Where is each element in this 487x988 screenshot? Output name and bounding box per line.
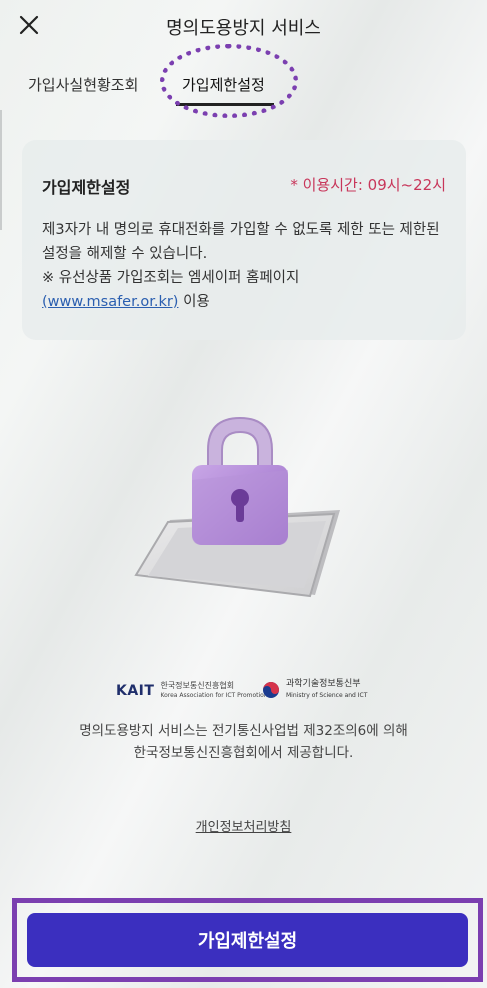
privacy-policy-link[interactable]: 개인정보처리방침 <box>0 816 487 835</box>
description-text: 제3자가 내 명의로 휴대전화를 가입할 수 없도록 제한 또는 제한된 설정을… <box>42 222 440 262</box>
msafer-link[interactable]: (www.msafer.or.kr) <box>42 294 178 310</box>
page-title: 명의도용방지 서비스 <box>166 18 321 39</box>
tab-subscription-status[interactable]: 가입사실현황조회 <box>28 74 138 95</box>
tab-highlight-annotation <box>160 44 298 118</box>
service-hours: * 이용시간: 09시~22시 <box>290 176 446 194</box>
note-text: ※ 유선상품 가입조회는 엠세이퍼 홈페이지 (www.msafer.or.kr… <box>42 266 452 314</box>
left-edge-divider <box>0 110 2 230</box>
msit-logo: 과학기술정보통신부 Ministry of Science and ICT <box>262 679 367 701</box>
info-card: 가입제한설정 * 이용시간: 09시~22시 제3자가 내 명의로 휴대전화를 … <box>22 140 466 340</box>
logos: KAIT 한국정보통신진흥협회 Korea Association for IC… <box>0 675 487 715</box>
footer-line-1: 명의도용방지 서비스는 전기통신사업법 제32조의6에 의해 <box>79 723 408 739</box>
kait-mark: KAIT <box>116 683 155 699</box>
kait-name: 한국정보통신진흥협회 <box>160 681 235 690</box>
note-prefix: ※ 유선상품 가입조회는 엠세이퍼 홈페이지 <box>42 270 300 286</box>
subscription-restriction-button[interactable]: 가입제한설정 <box>27 913 468 967</box>
taegeuk-icon <box>263 682 279 698</box>
card-description: 제3자가 내 명의로 휴대전화를 가입할 수 없도록 제한 또는 제한된 설정을… <box>42 218 452 314</box>
phone-lock-illustration <box>134 416 340 598</box>
card-title: 가입제한설정 <box>42 178 131 197</box>
msit-subname: Ministry of Science and ICT <box>286 692 368 699</box>
cta-highlight-annotation: 가입제한설정 <box>12 898 483 982</box>
msit-name: 과학기술정보통신부 <box>286 679 361 689</box>
footer-line-2: 한국정보통신진흥협회에서 제공합니다. <box>133 745 354 761</box>
note-suffix: 이용 <box>178 294 210 310</box>
kait-subname: Korea Association for ICT Promotion <box>160 692 268 699</box>
kait-logo: KAIT 한국정보통신진흥협회 Korea Association for IC… <box>116 681 268 701</box>
footer-notice: 명의도용방지 서비스는 전기통신사업법 제32조의6에 의해 한국정보통신진흥협… <box>0 720 487 764</box>
